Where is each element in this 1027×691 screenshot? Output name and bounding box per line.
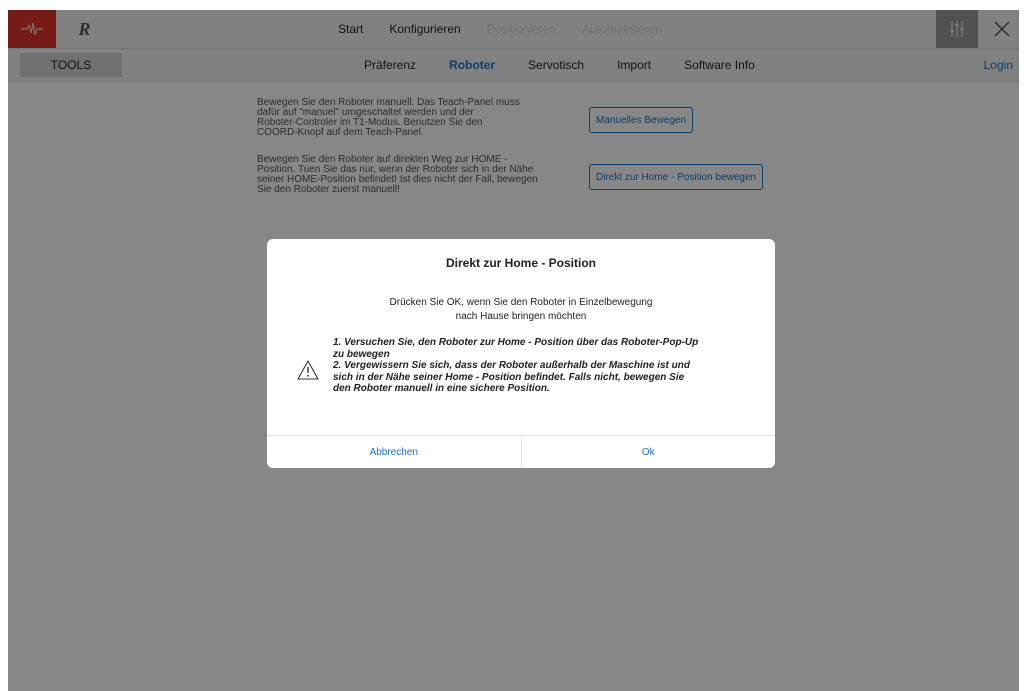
warning-triangle-icon [297, 359, 319, 381]
dialog-title: Direkt zur Home - Position [445, 256, 597, 270]
home-position-dialog: Direkt zur Home - Position Drücken Sie O… [267, 239, 775, 468]
warning-line: den Roboter manuell in eine sichere Posi… [333, 383, 550, 394]
dialog-footer: Abbrechen Ok [267, 435, 775, 468]
dialog-warning-text: 1. Versuchen Sie, den Roboter zur Home -… [333, 337, 753, 395]
app-window: R Start Konfigurieren Positionieren Auto… [8, 10, 1019, 691]
warning-line: 1. Versuchen Sie, den Roboter zur Home -… [333, 337, 699, 348]
dialog-message: Drücken Sie OK, wenn Sie den Roboter in … [267, 296, 775, 324]
dialog-message-line: Drücken Sie OK, wenn Sie den Roboter in … [389, 297, 653, 308]
cancel-button[interactable]: Abbrechen [267, 436, 521, 468]
dialog-message-line: nach Hause bringen möchten [455, 311, 587, 322]
warning-line: zu bewegen [333, 348, 390, 360]
warning-line: sich in der Nähe seiner Home - Position … [333, 371, 685, 383]
ok-button[interactable]: Ok [520, 436, 776, 468]
warning-line: 2. Vergewissern Sie sich, dass der Robot… [333, 360, 690, 371]
